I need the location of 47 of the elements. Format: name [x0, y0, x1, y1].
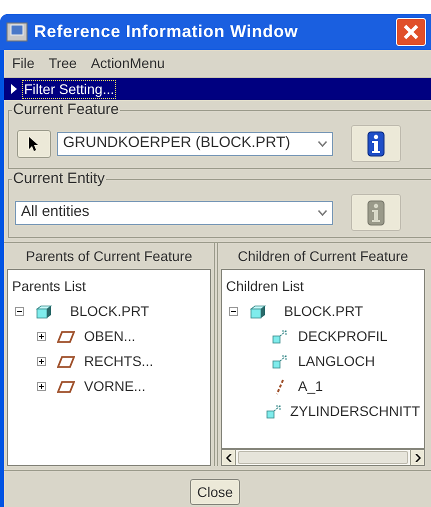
info-icon — [367, 200, 385, 226]
parallelogram-icon — [57, 356, 75, 368]
menu-item[interactable]: File — [12, 53, 35, 74]
node-label[interactable]: DECKPROFIL — [298, 326, 388, 347]
parallelogram-icon — [57, 380, 75, 392]
node-label[interactable]: RECHTS... — [84, 351, 154, 372]
node-label[interactable]: ZYLINDERSCHNITT — [290, 401, 420, 422]
horizontal-scrollbar[interactable] — [221, 449, 425, 466]
cube-icon — [249, 304, 267, 318]
axis-icon — [274, 378, 286, 394]
extrude-icon — [266, 404, 282, 418]
node-label[interactable]: LANGLOCH — [298, 351, 376, 372]
panel-header: Children of Current Feature — [236, 246, 410, 266]
collapse-icon[interactable] — [228, 307, 238, 316]
list-title: Parents List — [12, 277, 87, 296]
panel-header: Parents of Current Feature — [24, 246, 194, 266]
list-title: Children List — [226, 277, 305, 296]
info-button[interactable] — [351, 125, 401, 162]
extrude-icon — [272, 354, 288, 368]
node-label[interactable]: OBEN... — [84, 326, 136, 347]
close-button[interactable]: Close — [190, 479, 240, 505]
menu-item[interactable]: Tree — [48, 53, 77, 74]
pointer-icon — [28, 136, 40, 152]
cube-icon — [35, 304, 53, 318]
filter-bar[interactable]: Filter Setting... — [4, 78, 431, 100]
select-button[interactable] — [17, 130, 51, 158]
scroll-left-icon[interactable] — [226, 454, 232, 462]
info-icon — [367, 130, 385, 156]
expand-icon[interactable] — [36, 382, 46, 391]
node-label[interactable]: BLOCK.PRT — [70, 301, 150, 322]
window-icon — [6, 22, 28, 42]
combo-box[interactable]: GRUNDKOERPER (BLOCK.PRT) — [57, 132, 333, 156]
collapse-icon[interactable] — [14, 307, 24, 316]
parallelogram-icon — [57, 330, 75, 342]
expand-icon[interactable] — [36, 332, 46, 341]
expand-icon[interactable] — [36, 357, 46, 366]
combo-box[interactable]: All entities — [15, 200, 333, 224]
node-label[interactable]: A_1 — [298, 376, 323, 397]
node-label[interactable]: VORNE... — [84, 376, 146, 397]
menu-item[interactable]: ActionMenu — [90, 53, 165, 74]
window-title: Reference Information Window — [34, 21, 298, 44]
caret-right-icon — [10, 83, 18, 95]
extrude-icon — [272, 330, 288, 344]
close-icon[interactable] — [396, 18, 426, 46]
scroll-right-icon[interactable] — [414, 454, 420, 462]
group-legend: Current Entity — [12, 170, 106, 188]
node-label[interactable]: BLOCK.PRT — [284, 301, 364, 322]
